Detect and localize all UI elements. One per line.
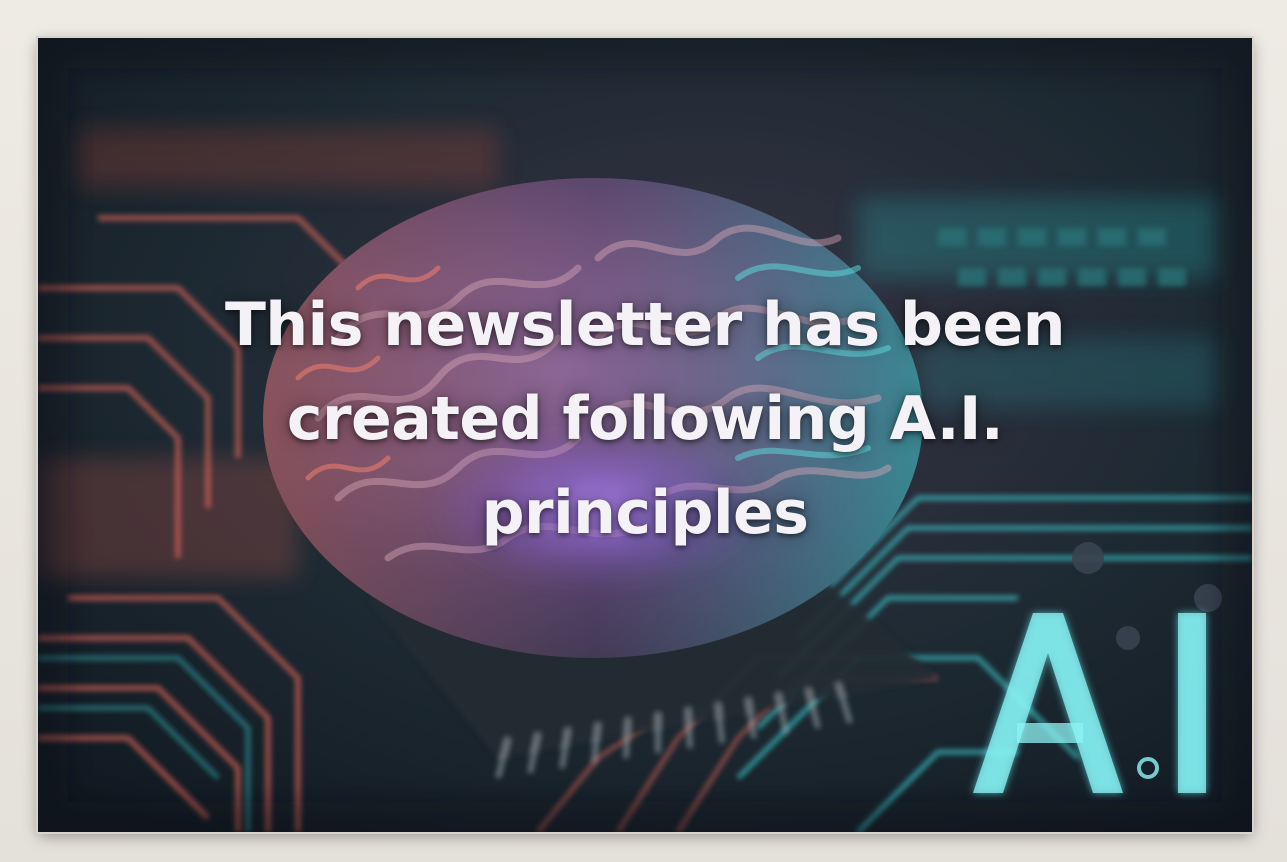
ai-logo-mark: A I <box>973 613 1206 793</box>
newsletter-caption: This newsletter has been created followi… <box>38 278 1252 560</box>
caption-line-2: created following A.I. <box>286 384 1004 454</box>
ai-brain-illustration: A I This newsletter has been created fol… <box>38 38 1252 832</box>
caption-line-3: principles <box>481 478 809 548</box>
photo-frame: A I This newsletter has been created fol… <box>0 0 1287 862</box>
caption-line-1: This newsletter has been <box>224 290 1066 360</box>
